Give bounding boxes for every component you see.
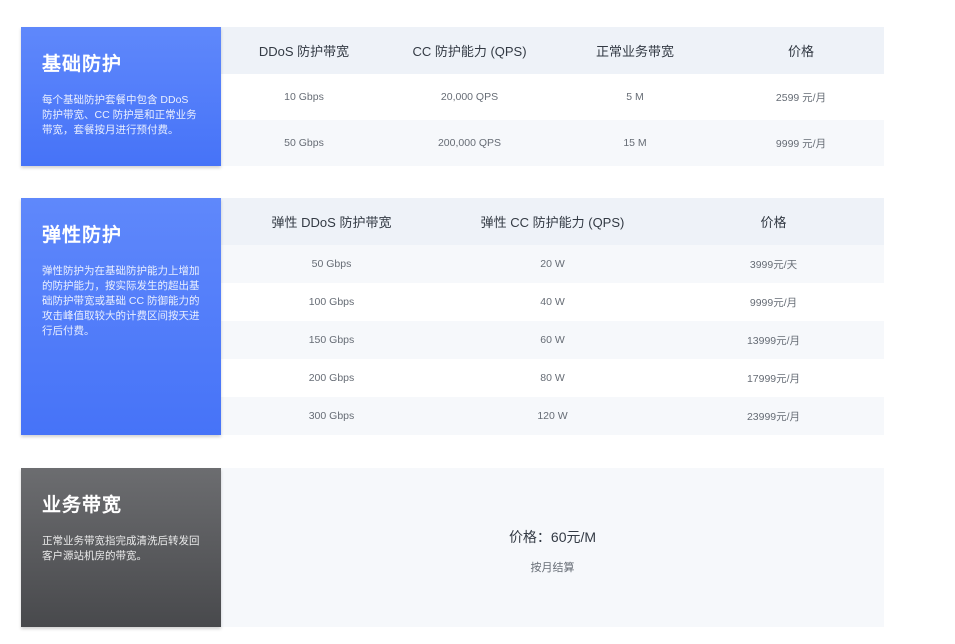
header-price: 价格 bbox=[760, 215, 787, 230]
table-row: 300 Gbps 120 W 23999元/月 bbox=[221, 397, 884, 435]
elastic-protection-description: 弹性防护为在基础防护能力上增加的防护能力，按实际发生的超出基础防护带宽或基础 C… bbox=[42, 265, 200, 337]
header-business-bandwidth: 正常业务带宽 bbox=[595, 44, 674, 59]
table-header-row: 弹性 DDoS 防护带宽 弹性 CC 防护能力 (QPS) 价格 bbox=[221, 198, 884, 245]
table-cell: 100 Gbps bbox=[308, 296, 355, 308]
header-ddos-bandwidth: DDoS 防护带宽 bbox=[258, 44, 350, 59]
table-cell: 15 M bbox=[623, 137, 647, 149]
table-cell: 40 W bbox=[540, 296, 565, 308]
table-cell: 150 Gbps bbox=[308, 334, 355, 346]
table-cell: 5 M bbox=[626, 91, 644, 103]
table-cell: 2599 元/月 bbox=[775, 91, 827, 104]
header-price: 价格 bbox=[787, 44, 814, 59]
table-cell: 50 Gbps bbox=[284, 137, 324, 149]
table-cell: 80 W bbox=[540, 372, 565, 384]
header-cc-capacity: CC 防护能力 (QPS) bbox=[412, 44, 527, 59]
bandwidth-price: 价格：60元/M bbox=[508, 528, 597, 545]
table-cell: 20 W bbox=[540, 258, 565, 270]
table-cell: 10 Gbps bbox=[284, 91, 324, 103]
business-bandwidth-description: 正常业务带宽指完成清洗后转发回客户源站机房的带宽。 bbox=[42, 535, 200, 562]
basic-protection-title: 基础防护 bbox=[42, 54, 123, 75]
table-cell: 3999元/天 bbox=[749, 258, 798, 271]
business-bandwidth-title: 业务带宽 bbox=[42, 495, 123, 516]
header-elastic-ddos-bandwidth: 弹性 DDoS 防护带宽 bbox=[271, 215, 392, 230]
table-cell: 20,000 QPS bbox=[440, 91, 499, 103]
table-cell: 9999元/月 bbox=[749, 296, 798, 309]
business-bandwidth-price-panel: 价格：60元/M 按月结算 bbox=[221, 468, 884, 627]
business-bandwidth-card: 业务带宽 正常业务带宽指完成清洗后转发回客户源站机房的带宽。 bbox=[21, 468, 221, 627]
table-row: 50 Gbps 200,000 QPS 15 M 9999 元/月 bbox=[221, 120, 884, 166]
header-elastic-cc-capacity: 弹性 CC 防护能力 (QPS) bbox=[480, 215, 625, 230]
elastic-protection-section: 弹性防护 弹性防护为在基础防护能力上增加的防护能力，按实际发生的超出基础防护带宽… bbox=[21, 198, 884, 435]
basic-protection-section: 基础防护 每个基础防护套餐中包含 DDoS 防护带宽、CC 防护是和正常业务带宽… bbox=[21, 27, 884, 166]
elastic-protection-table: 弹性 DDoS 防护带宽 弹性 CC 防护能力 (QPS) 价格 50 Gbps… bbox=[221, 198, 884, 435]
table-cell: 13999元/月 bbox=[746, 334, 801, 347]
elastic-protection-card: 弹性防护 弹性防护为在基础防护能力上增加的防护能力，按实际发生的超出基础防护带宽… bbox=[21, 198, 221, 435]
table-row: 100 Gbps 40 W 9999元/月 bbox=[221, 283, 884, 321]
table-cell: 60 W bbox=[540, 334, 565, 346]
table-cell: 23999元/月 bbox=[746, 410, 801, 423]
table-cell: 200 Gbps bbox=[308, 372, 355, 384]
table-cell: 300 Gbps bbox=[308, 410, 355, 422]
table-header-row: DDoS 防护带宽 CC 防护能力 (QPS) 正常业务带宽 价格 bbox=[221, 27, 884, 74]
table-row: 10 Gbps 20,000 QPS 5 M 2599 元/月 bbox=[221, 74, 884, 120]
elastic-protection-title: 弹性防护 bbox=[42, 225, 123, 246]
basic-protection-description: 每个基础防护套餐中包含 DDoS 防护带宽、CC 防护是和正常业务带宽，套餐按月… bbox=[42, 94, 197, 136]
table-cell: 17999元/月 bbox=[746, 372, 801, 385]
billing-cycle: 按月结算 bbox=[530, 561, 575, 574]
table-cell: 120 W bbox=[537, 410, 568, 422]
business-bandwidth-section: 业务带宽 正常业务带宽指完成清洗后转发回客户源站机房的带宽。 价格：60元/M … bbox=[21, 468, 884, 627]
table-row: 150 Gbps 60 W 13999元/月 bbox=[221, 321, 884, 359]
table-row: 200 Gbps 80 W 17999元/月 bbox=[221, 359, 884, 397]
basic-protection-table: DDoS 防护带宽 CC 防护能力 (QPS) 正常业务带宽 价格 10 Gbp… bbox=[221, 27, 884, 166]
table-cell: 9999 元/月 bbox=[775, 137, 827, 150]
table-cell: 200,000 QPS bbox=[437, 137, 502, 149]
basic-protection-card: 基础防护 每个基础防护套餐中包含 DDoS 防护带宽、CC 防护是和正常业务带宽… bbox=[21, 27, 221, 166]
table-cell: 50 Gbps bbox=[311, 258, 352, 270]
table-row: 50 Gbps 20 W 3999元/天 bbox=[221, 245, 884, 283]
